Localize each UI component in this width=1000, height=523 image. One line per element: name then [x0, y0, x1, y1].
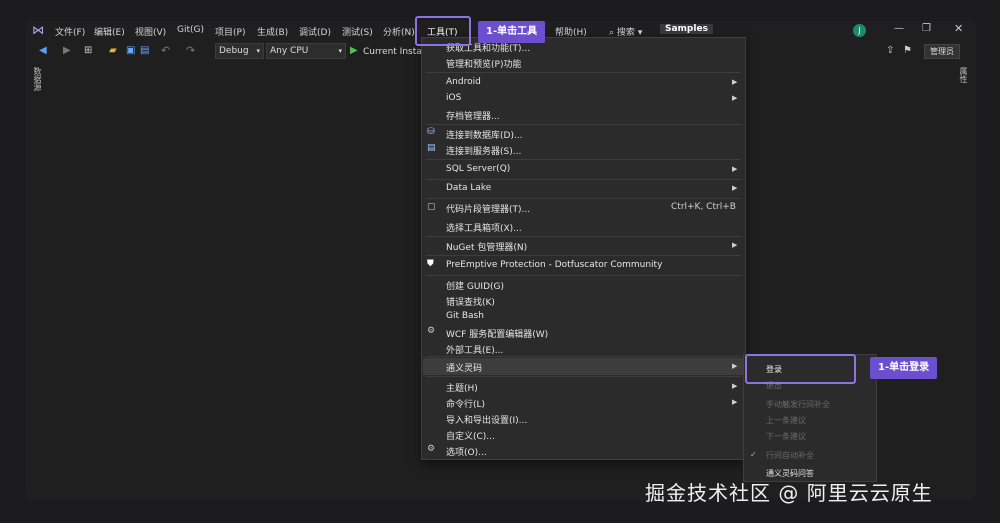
- chevron-right-icon: ▶: [732, 184, 738, 192]
- menu-edit[interactable]: 编辑(E): [94, 25, 125, 38]
- divider: [426, 124, 741, 125]
- save-all-icon[interactable]: ▤: [140, 45, 149, 56]
- properties-tab[interactable]: 属性: [958, 67, 969, 83]
- menu-view[interactable]: 视图(V): [135, 25, 166, 38]
- new-item-icon[interactable]: ⊞: [84, 45, 92, 56]
- divider: [426, 159, 741, 160]
- feedback-icon[interactable]: ⚑: [903, 45, 912, 56]
- menu-item-error-lookup[interactable]: 错误查找(K): [446, 295, 495, 308]
- divider: [426, 275, 741, 276]
- solution-name: Samples: [660, 24, 713, 34]
- config-select[interactable]: Debug ▾: [215, 43, 264, 59]
- menu-item-manage-preview[interactable]: 管理和预览(P)功能: [446, 57, 521, 70]
- tools-highlight-box: [415, 16, 471, 46]
- forward-icon[interactable]: ▶: [63, 45, 71, 56]
- close-icon[interactable]: ✕: [954, 22, 963, 35]
- menu-item-android[interactable]: Android: [446, 77, 481, 87]
- chevron-right-icon: ▶: [732, 398, 738, 406]
- menu-item-choose-toolbox[interactable]: 选择工具箱项(X)...: [446, 221, 522, 234]
- menu-build[interactable]: 生成(B): [257, 25, 288, 38]
- menu-item-create-guid[interactable]: 创建 GUID(G): [446, 279, 504, 292]
- chevron-right-icon: ▶: [732, 362, 738, 370]
- menu-item-command-line[interactable]: 命令行(L): [446, 397, 485, 410]
- admin-badge: 管理员: [924, 44, 960, 59]
- menu-item-preemptive[interactable]: PreEmptive Protection - Dotfuscator Comm…: [446, 260, 662, 270]
- chevron-right-icon: ▶: [732, 382, 738, 390]
- check-icon: ✓: [750, 450, 757, 459]
- shortcut-text: Ctrl+K, Ctrl+B: [671, 202, 736, 212]
- menu-analyze[interactable]: 分析(N): [383, 25, 415, 38]
- divider: [426, 356, 741, 357]
- menu-item-ios[interactable]: iOS: [446, 93, 461, 103]
- open-folder-icon[interactable]: ▰: [109, 45, 117, 56]
- menu-item-snippet-manager[interactable]: 代码片段管理器(T)...: [446, 202, 530, 215]
- divider: [426, 376, 741, 377]
- menu-item-import-export[interactable]: 导入和导出设置(I)...: [446, 413, 527, 426]
- back-icon[interactable]: ◀: [39, 45, 47, 56]
- gear-icon: ⚙: [427, 326, 436, 336]
- menu-item-sql-server[interactable]: SQL Server(Q): [446, 164, 510, 174]
- submenu-item-prev-suggestion[interactable]: 上一条建议: [766, 415, 806, 426]
- divider: [426, 198, 741, 199]
- chevron-right-icon: ▶: [732, 165, 738, 173]
- menu-git[interactable]: Git(G): [177, 25, 204, 35]
- divider: [426, 255, 741, 256]
- menu-item-connect-server[interactable]: 连接到服务器(S)...: [446, 144, 521, 157]
- divider: [426, 179, 741, 180]
- platform-select[interactable]: Any CPU ▾: [266, 43, 346, 59]
- login-highlight-box: [745, 354, 856, 384]
- minimize-icon[interactable]: —: [894, 23, 904, 34]
- chevron-down-icon: ▾: [256, 47, 260, 55]
- avatar[interactable]: J: [853, 24, 866, 37]
- restore-icon[interactable]: ❐: [922, 23, 931, 34]
- database-connect-icon: ⛁: [427, 127, 435, 137]
- server-connect-icon: ▤: [427, 143, 436, 153]
- run-target[interactable]: Current Instan: [363, 47, 427, 57]
- menu-item-wcf[interactable]: WCF 服务配置编辑器(W): [446, 327, 548, 340]
- callout-click-tools: 1-单击工具: [478, 21, 546, 43]
- menu-item-connect-db[interactable]: 连接到数据库(D)...: [446, 128, 523, 141]
- run-icon[interactable]: ▶: [350, 45, 358, 56]
- menu-item-nuget[interactable]: NuGet 包管理器(N): [446, 240, 527, 253]
- menu-project[interactable]: 项目(P): [215, 25, 245, 38]
- chevron-right-icon: ▶: [732, 78, 738, 86]
- menu-item-data-lake[interactable]: Data Lake: [446, 183, 491, 193]
- menu-item-archive-manager[interactable]: 存档管理器...: [446, 109, 500, 122]
- watermark: 掘金技术社区 @ 阿里云云原生: [645, 481, 933, 505]
- menu-item-git-bash[interactable]: Git Bash: [446, 311, 484, 321]
- snippet-icon: ▢: [427, 202, 436, 212]
- menu-debug[interactable]: 调试(D): [299, 25, 331, 38]
- chevron-right-icon: ▶: [732, 94, 738, 102]
- gear-icon: ⚙: [427, 444, 436, 454]
- vs-logo-icon: ⋈: [32, 23, 44, 37]
- save-icon[interactable]: ▣: [126, 45, 135, 56]
- divider: [426, 236, 741, 237]
- data-sources-tab[interactable]: 数据源: [32, 67, 43, 91]
- menu-item-options[interactable]: 选项(O)...: [446, 445, 487, 458]
- menu-item-theme[interactable]: 主题(H): [446, 381, 478, 394]
- tools-dropdown: 获取工具和功能(T)... 管理和预览(P)功能 Android ▶ iOS ▶ 存…: [421, 37, 746, 460]
- divider: [426, 72, 741, 73]
- chevron-right-icon: ▶: [732, 241, 738, 249]
- menu-test[interactable]: 测试(S): [342, 25, 373, 38]
- shield-icon: ⛊: [427, 259, 434, 269]
- submenu-item-manual-complete[interactable]: 手动触发行间补全: [766, 399, 830, 410]
- undo-icon[interactable]: ↶: [161, 44, 170, 57]
- submenu-item-next-suggestion[interactable]: 下一条建议: [766, 431, 806, 442]
- callout-click-login: 1-单击登录: [870, 357, 938, 379]
- share-icon[interactable]: ⇪: [886, 45, 894, 56]
- menu-item-external-tools[interactable]: 外部工具(E)...: [446, 343, 503, 356]
- redo-icon[interactable]: ↷: [186, 44, 195, 57]
- submenu-item-auto-complete[interactable]: 行间自动补全: [766, 450, 814, 461]
- menu-file[interactable]: 文件(F): [55, 25, 85, 38]
- menu-item-customize[interactable]: 自定义(C)...: [446, 429, 495, 442]
- menu-item-tongyi[interactable]: 通义灵码: [446, 361, 482, 374]
- chevron-down-icon: ▾: [338, 47, 342, 55]
